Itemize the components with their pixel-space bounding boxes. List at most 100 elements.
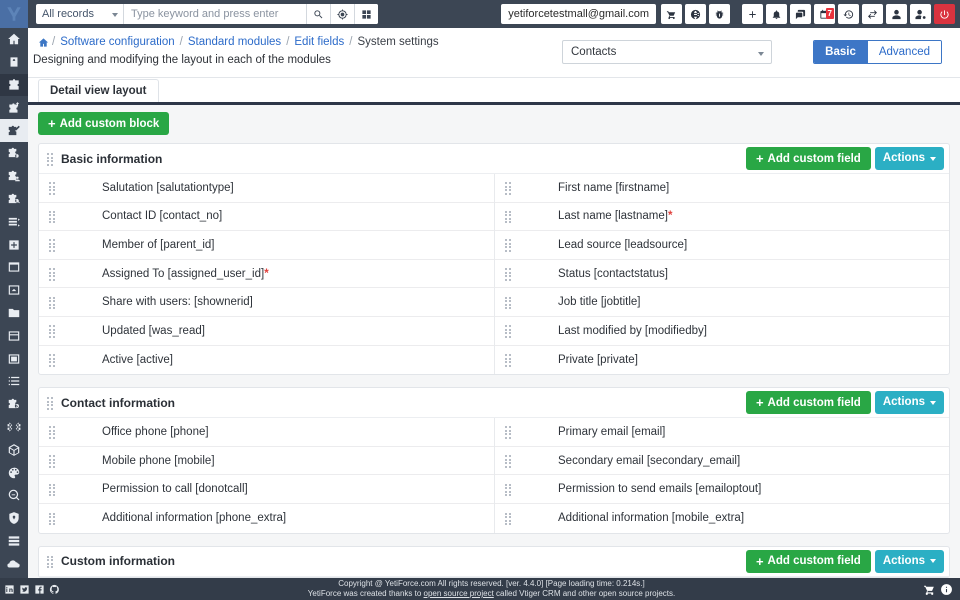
sidebar-item-puzzle-edit[interactable] — [0, 119, 28, 142]
field-row[interactable]: Mobile phone [mobile] — [39, 447, 494, 476]
sidebar-item-panel[interactable] — [0, 324, 28, 347]
drag-handle-icon[interactable] — [49, 211, 56, 222]
drag-handle-icon[interactable] — [49, 182, 56, 193]
drag-handle-icon[interactable] — [47, 397, 54, 408]
block-actions-button[interactable]: Actions — [875, 550, 944, 573]
open-source-project-link[interactable]: open source project — [424, 589, 494, 598]
drag-handle-icon[interactable] — [505, 354, 512, 365]
bug-icon[interactable] — [709, 4, 730, 24]
search-input[interactable] — [124, 4, 306, 24]
search-scope-select[interactable]: All records — [36, 4, 124, 24]
cart-icon[interactable] — [921, 581, 938, 597]
add-custom-field-button[interactable]: +Add custom field — [746, 550, 871, 573]
calendar-icon[interactable]: 7 — [814, 4, 835, 24]
field-row[interactable]: Share with users: [shownerid] — [39, 288, 494, 317]
power-icon[interactable] — [934, 4, 955, 24]
sidebar-item-puzzle-dark[interactable] — [0, 74, 28, 97]
field-row[interactable]: Contact ID [contact_no] — [39, 203, 494, 232]
sidebar-item-magnifier[interactable] — [0, 484, 28, 507]
field-row[interactable]: Active [active] — [39, 346, 494, 375]
sidebar-item-home[interactable] — [0, 28, 28, 51]
module-selector[interactable]: Contacts — [562, 40, 772, 64]
sidebar-item-puzzle-upload[interactable] — [0, 96, 28, 119]
add-custom-field-button[interactable]: +Add custom field — [746, 147, 871, 170]
bell-icon[interactable] — [766, 4, 787, 24]
sidebar-item-palette[interactable] — [0, 461, 28, 484]
drag-handle-icon[interactable] — [505, 268, 512, 279]
field-row[interactable]: Lead source [leadsource] — [495, 231, 949, 260]
field-row[interactable]: Office phone [phone] — [39, 418, 494, 447]
user-settings-icon[interactable] — [910, 4, 931, 24]
target-icon[interactable] — [330, 4, 354, 24]
sidebar-item-folder[interactable] — [0, 302, 28, 325]
block-actions-button[interactable]: Actions — [875, 147, 944, 170]
sidebar-item-window-arrow[interactable] — [0, 279, 28, 302]
globe-icon[interactable] — [685, 4, 706, 24]
drag-handle-icon[interactable] — [505, 484, 512, 495]
breadcrumb-link-standard-modules[interactable]: Standard modules — [188, 36, 281, 48]
account-email[interactable]: yetiforcetestmall@gmail.com — [501, 4, 656, 24]
drag-handle-icon[interactable] — [505, 239, 512, 250]
sidebar-item-puzzle-user[interactable] — [0, 165, 28, 188]
sidebar-item-bullet-list[interactable] — [0, 370, 28, 393]
history-icon[interactable] — [838, 4, 859, 24]
tab-detail-view-layout[interactable]: Detail view layout — [38, 79, 159, 102]
drag-handle-icon[interactable] — [49, 239, 56, 250]
drag-handle-icon[interactable] — [49, 426, 56, 437]
drag-handle-icon[interactable] — [49, 484, 56, 495]
drag-handle-icon[interactable] — [505, 182, 512, 193]
facebook-icon[interactable] — [32, 582, 47, 597]
sidebar-item-puzzle-gear[interactable] — [0, 142, 28, 165]
info-icon[interactable] — [938, 581, 955, 597]
breadcrumb-link-edit-fields[interactable]: Edit fields — [294, 36, 344, 48]
search-icon[interactable] — [306, 4, 330, 24]
sidebar-item-records[interactable] — [0, 530, 28, 553]
drag-handle-icon[interactable] — [49, 268, 56, 279]
drag-handle-icon[interactable] — [505, 426, 512, 437]
field-row[interactable]: Primary email [email] — [495, 418, 949, 447]
breadcrumb-link-software-configuration[interactable]: Software configuration — [60, 36, 174, 48]
yetiforce-logo-icon[interactable] — [0, 0, 28, 28]
user-icon[interactable] — [886, 4, 907, 24]
linkedin-icon[interactable] — [2, 582, 17, 597]
sidebar-item-list-lines[interactable] — [0, 210, 28, 233]
field-row[interactable]: Additional information [mobile_extra] — [495, 504, 949, 533]
plus-icon[interactable] — [742, 4, 763, 24]
field-row[interactable]: Private [private] — [495, 346, 949, 375]
field-row[interactable]: Assigned To [assigned_user_id]* — [39, 260, 494, 289]
view-mode-basic[interactable]: Basic — [814, 41, 867, 63]
sidebar-item-collapse[interactable] — [0, 416, 28, 439]
drag-handle-icon[interactable] — [49, 455, 56, 466]
field-row[interactable]: Salutation [salutationtype] — [39, 174, 494, 203]
sidebar-item-lock[interactable] — [0, 51, 28, 74]
sidebar-item-frame[interactable] — [0, 347, 28, 370]
field-row[interactable]: Last modified by [modifiedby] — [495, 317, 949, 346]
field-row[interactable]: Updated [was_read] — [39, 317, 494, 346]
field-row[interactable]: Status [contactstatus] — [495, 260, 949, 289]
sidebar-item-puzzle-search[interactable] — [0, 188, 28, 211]
field-row[interactable]: Secondary email [secondary_email] — [495, 447, 949, 476]
sidebar-item-shield[interactable] — [0, 507, 28, 530]
cart-icon[interactable] — [661, 4, 682, 24]
block-actions-button[interactable]: Actions — [875, 391, 944, 414]
drag-handle-icon[interactable] — [47, 153, 54, 164]
field-row[interactable]: Permission to call [donotcall] — [39, 475, 494, 504]
sidebar-item-window[interactable] — [0, 256, 28, 279]
drag-handle-icon[interactable] — [47, 556, 54, 567]
drag-handle-icon[interactable] — [505, 455, 512, 466]
switch-icon[interactable] — [862, 4, 883, 24]
field-row[interactable]: Member of [parent_id] — [39, 231, 494, 260]
drag-handle-icon[interactable] — [505, 325, 512, 336]
field-row[interactable]: Permission to send emails [emailoptout] — [495, 475, 949, 504]
drag-handle-icon[interactable] — [49, 513, 56, 524]
grid-icon[interactable] — [354, 4, 378, 24]
add-custom-block-button[interactable]: + Add custom block — [38, 112, 169, 135]
sidebar-item-puzzle-clock[interactable] — [0, 393, 28, 416]
drag-handle-icon[interactable] — [49, 297, 56, 308]
drag-handle-icon[interactable] — [49, 325, 56, 336]
drag-handle-icon[interactable] — [505, 513, 512, 524]
twitter-icon[interactable] — [17, 582, 32, 597]
field-row[interactable]: Job title [jobtitle] — [495, 288, 949, 317]
add-custom-field-button[interactable]: +Add custom field — [746, 391, 871, 414]
chat-icon[interactable] — [790, 4, 811, 24]
